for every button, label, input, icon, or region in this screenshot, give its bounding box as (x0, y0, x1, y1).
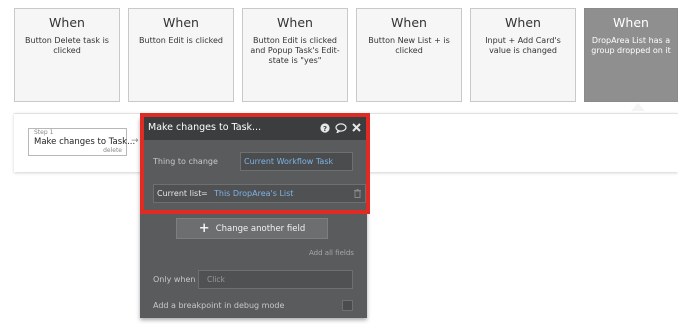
thing-to-change-label: Thing to change (153, 157, 218, 166)
current-list-operator: = (201, 189, 208, 198)
add-step-arrow[interactable]: → (131, 136, 139, 146)
event-description: Button Delete task is clicked (25, 36, 109, 55)
add-all-fields-link[interactable]: Add all fields (309, 249, 354, 257)
event-card-edit-popup[interactable]: When Button Edit is clicked and Popup Ta… (242, 8, 348, 102)
event-card-droparea[interactable]: When DropArea List has a group dropped o… (584, 8, 678, 102)
panel-title: Make changes to Task... (148, 122, 262, 133)
current-list-label: Current list (157, 189, 202, 198)
event-description: Button Edit is clicked and Popup Task's … (250, 36, 340, 65)
help-icon[interactable]: ? (320, 123, 330, 136)
event-card-new-list[interactable]: When Button New List + is clicked (356, 8, 462, 102)
only-when-label: Only when (153, 275, 196, 284)
event-title: When (391, 15, 427, 30)
selected-event-caret (631, 103, 645, 111)
event-description: Button New List + is clicked (368, 36, 450, 55)
panel-header: Make changes to Task... ? (140, 117, 367, 140)
event-card-delete-task[interactable]: When Button Delete task is clicked (14, 8, 120, 102)
event-description: DropArea List has a group dropped on it (591, 36, 671, 55)
change-another-field-button[interactable]: + Change another field (176, 218, 328, 239)
comment-icon[interactable] (335, 123, 347, 136)
event-title: When (277, 15, 313, 30)
current-list-value[interactable]: This DropArea's List (214, 189, 293, 198)
svg-text:?: ? (323, 125, 327, 133)
event-title: When (163, 15, 199, 30)
event-title: When (613, 15, 649, 30)
event-card-add-card[interactable]: When Input + Add Card's value is changed (470, 8, 576, 102)
step-card[interactable]: Step 1 Make changes to Task... delete (28, 128, 135, 156)
debug-breakpoint-label: Add a breakpoint in debug mode (153, 301, 285, 310)
event-title: When (49, 15, 85, 30)
step-name: Make changes to Task... (34, 137, 136, 147)
close-icon[interactable] (352, 123, 361, 135)
debug-breakpoint-checkbox[interactable] (342, 300, 353, 311)
trash-icon[interactable] (354, 189, 361, 200)
current-list-row[interactable]: Current list = This DropArea's List (153, 184, 366, 203)
event-card-edit[interactable]: When Button Edit is clicked (128, 8, 234, 102)
event-description: Input + Add Card's value is changed (485, 36, 561, 55)
step-number: Step 1 (34, 129, 54, 136)
thing-to-change-field[interactable]: Current Workflow Task (240, 152, 353, 171)
change-another-field-label: Change another field (215, 224, 306, 234)
event-title: When (505, 15, 541, 30)
only-when-field[interactable]: Click (198, 270, 353, 289)
event-description: Button Edit is clicked (139, 36, 223, 45)
step-delete-link[interactable]: delete (103, 147, 122, 154)
plus-icon: + (198, 221, 210, 236)
